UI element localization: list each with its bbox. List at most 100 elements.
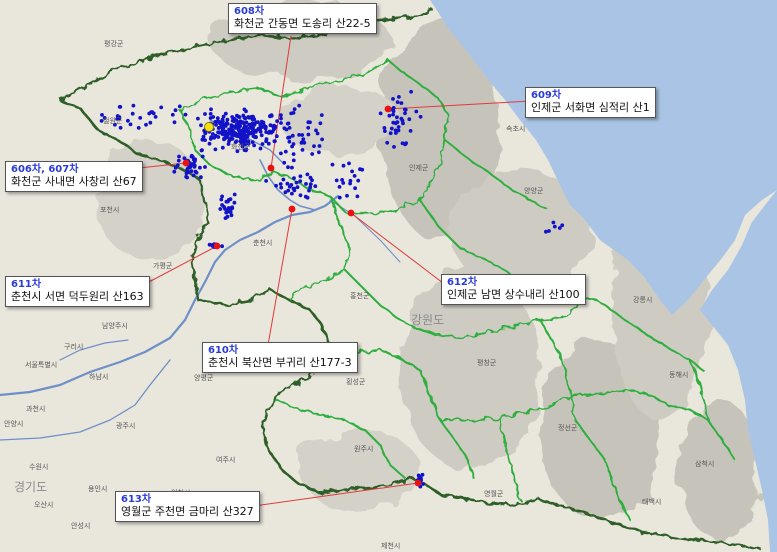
sample-point xyxy=(117,105,122,109)
sample-point xyxy=(305,195,310,200)
sample-point xyxy=(215,116,220,120)
sample-point xyxy=(223,129,228,134)
sample-point xyxy=(225,209,230,214)
sample-point xyxy=(551,220,556,225)
place-guri: 구리시 xyxy=(64,343,84,351)
sample-point xyxy=(400,141,405,146)
place-pyeongchang: 평창군 xyxy=(477,359,497,367)
sample-point xyxy=(147,111,152,116)
place-hanam: 하남시 xyxy=(89,373,109,381)
sample-point xyxy=(341,163,346,168)
sample-point xyxy=(306,125,311,130)
sample-point xyxy=(213,147,218,152)
sample-point xyxy=(353,186,357,191)
sample-point xyxy=(279,113,283,118)
sample-point xyxy=(222,205,226,209)
sample-point xyxy=(259,133,264,138)
sample-point xyxy=(228,127,232,132)
sample-point xyxy=(290,191,294,196)
sample-point xyxy=(404,141,408,146)
sample-point xyxy=(292,107,297,112)
sample-point xyxy=(396,125,401,129)
place-gangneung: 강릉시 xyxy=(633,296,653,304)
sample-point xyxy=(304,182,308,186)
site-marker-613 xyxy=(414,479,422,487)
sample-point xyxy=(191,173,196,178)
sample-point xyxy=(211,132,215,136)
callout-609-number: 609차 xyxy=(531,90,562,101)
sample-point xyxy=(297,133,301,137)
sample-point xyxy=(128,122,133,127)
place-hwacheon: 화천군 xyxy=(231,143,251,151)
sample-point xyxy=(421,482,425,486)
sample-point xyxy=(177,154,181,159)
sample-point xyxy=(279,121,283,125)
sample-point xyxy=(229,137,234,141)
sample-point xyxy=(148,120,153,125)
sample-point xyxy=(224,121,229,125)
site-marker-612 xyxy=(347,209,355,217)
place-yeoju: 여주시 xyxy=(216,456,236,464)
sample-point xyxy=(356,178,361,183)
sample-point xyxy=(395,100,400,104)
sample-point xyxy=(237,128,242,133)
place-anyang: 안양시 xyxy=(4,420,24,428)
sample-point xyxy=(207,242,212,247)
sample-point xyxy=(237,125,241,130)
site-marker-yellow xyxy=(204,122,214,132)
sample-point xyxy=(173,108,178,113)
map-canvas[interactable]: 평강군 철원군 속초시 양양군 인제군 화천군 포천시 춘천시 가평군 홍천군 … xyxy=(0,0,777,552)
place-chuncheon: 춘천시 xyxy=(253,239,273,247)
sample-point xyxy=(393,128,398,133)
site-marker-609 xyxy=(384,105,392,113)
callout-613: 613차 영월군 주천면 금마리 산327 xyxy=(115,491,260,523)
callout-606-number: 606차, 607차 xyxy=(11,164,79,175)
place-samcheok: 삼척시 xyxy=(695,460,715,468)
place-anseong: 안성시 xyxy=(71,522,91,530)
place-wonju: 원주시 xyxy=(354,445,374,453)
sample-point xyxy=(244,127,249,132)
sample-point xyxy=(283,190,288,195)
callout-612-number: 612차 xyxy=(447,277,478,288)
sample-point xyxy=(298,174,303,179)
sample-point xyxy=(409,89,413,94)
sample-point xyxy=(232,200,237,205)
sample-point xyxy=(287,126,292,130)
sample-point xyxy=(279,116,283,121)
sample-point xyxy=(203,112,207,116)
sample-point xyxy=(294,180,299,185)
sample-point xyxy=(217,119,221,124)
sample-point xyxy=(391,120,396,125)
place-hongcheon: 홍천군 xyxy=(350,292,370,300)
callout-612-address: 인제군 남면 상수내리 산100 xyxy=(447,287,580,301)
sample-point xyxy=(260,142,265,146)
sample-point xyxy=(414,109,419,114)
sample-point xyxy=(264,179,268,183)
sample-point xyxy=(352,174,357,178)
place-yongin: 용인시 xyxy=(88,485,108,493)
sample-point xyxy=(221,124,226,129)
sample-point xyxy=(131,103,136,108)
sample-point xyxy=(282,126,287,131)
sample-point xyxy=(383,129,387,134)
sample-point xyxy=(252,143,256,148)
sample-point xyxy=(317,150,321,155)
sample-point xyxy=(399,101,404,105)
sample-point xyxy=(287,139,292,144)
callout-606-address: 화천군 사내면 사창리 산67 xyxy=(11,174,137,188)
sample-point xyxy=(298,179,303,184)
sample-point xyxy=(295,185,300,190)
sample-point xyxy=(268,123,273,128)
sample-point xyxy=(278,182,283,186)
place-namyangju: 남양주시 xyxy=(102,322,128,330)
sample-point xyxy=(397,95,401,99)
sample-point xyxy=(317,144,322,148)
sample-point xyxy=(214,123,218,127)
sample-point xyxy=(170,112,175,117)
callout-613-address: 영월군 주천면 금마리 산327 xyxy=(121,504,254,518)
sample-point xyxy=(279,151,283,156)
sample-point xyxy=(378,111,383,116)
sample-point xyxy=(560,223,565,228)
sample-point xyxy=(289,183,294,187)
sample-point xyxy=(199,148,204,153)
